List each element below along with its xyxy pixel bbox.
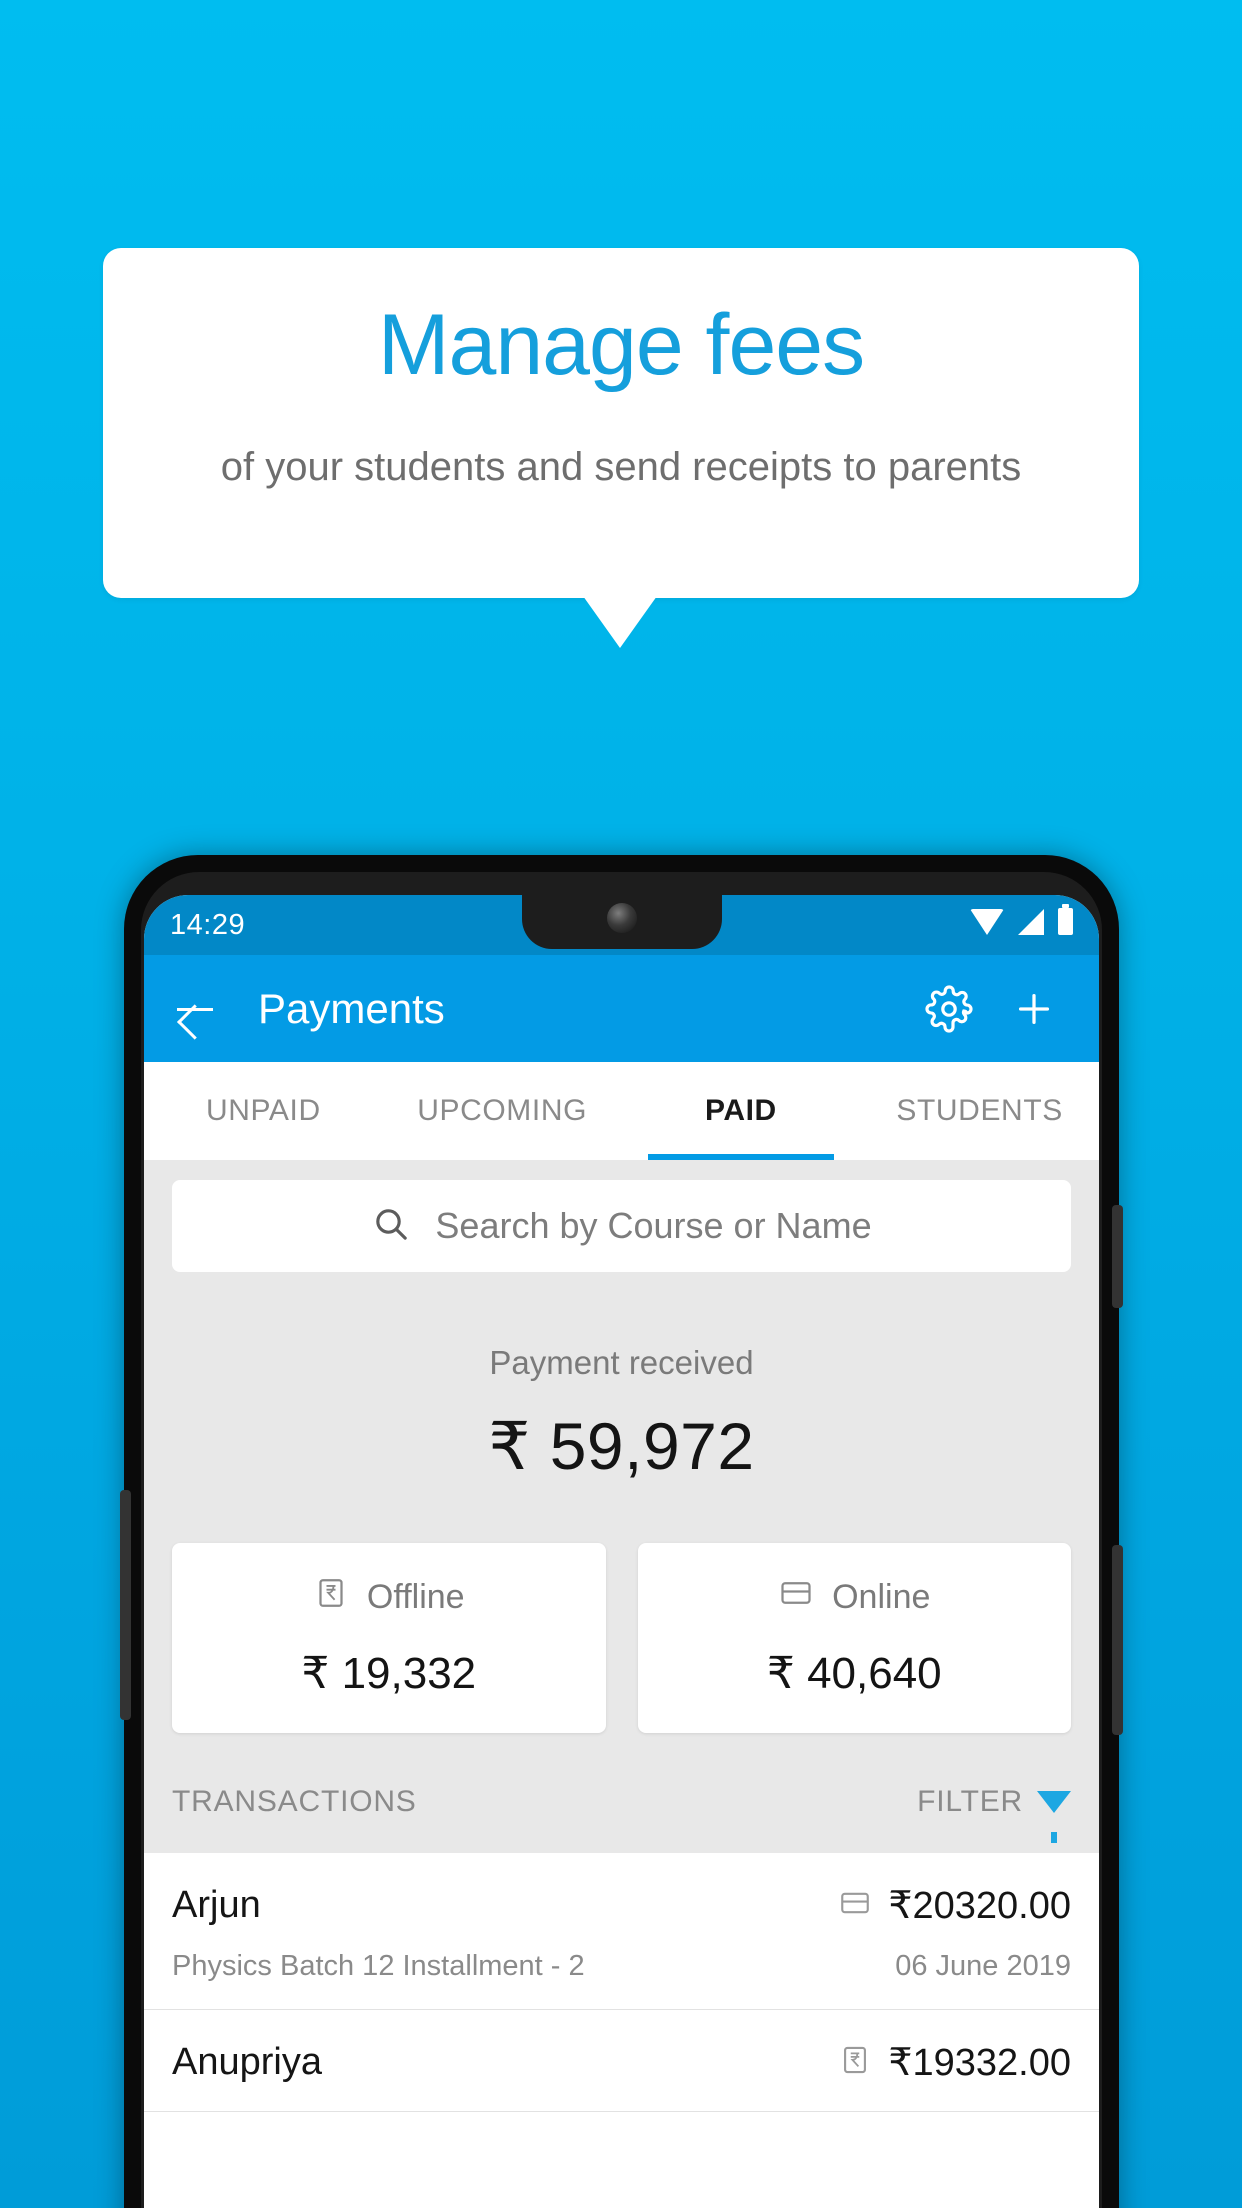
offline-label: Offline	[366, 1578, 465, 1616]
credit-card-icon	[838, 1886, 872, 1925]
tab-upcoming[interactable]: UPCOMING	[383, 1062, 622, 1160]
transaction-description: Physics Batch 12 Installment - 2	[172, 1950, 585, 1982]
signal-icon	[1018, 908, 1044, 935]
search-section: Search by Course or Name	[144, 1160, 1099, 1272]
page-title: Payments	[258, 984, 445, 1032]
plus-icon[interactable]	[1011, 986, 1057, 1032]
transaction-primary-line: Arjun ₹20320.00	[172, 1883, 1071, 1928]
transaction-list: Arjun ₹20320.00 Physics Batch 12 Install…	[144, 1853, 1099, 2112]
promo-card-tail	[583, 596, 657, 648]
gear-icon[interactable]	[925, 984, 973, 1033]
offline-card-head: Offline	[172, 1575, 606, 1620]
payment-split-cards: Offline ₹ 19,332 Online ₹ 40,640	[144, 1485, 1099, 1733]
tab-paid[interactable]: PAID	[622, 1062, 861, 1160]
transaction-amount-group: ₹20320.00	[838, 1883, 1071, 1928]
front-camera-icon	[606, 903, 637, 933]
payment-received-amount: ₹ 59,972	[488, 1409, 755, 1483]
transactions-title: TRANSACTIONS	[172, 1785, 417, 1818]
tab-students[interactable]: STUDENTS	[860, 1062, 1099, 1160]
status-time: 14:29	[170, 909, 246, 941]
search-input[interactable]: Search by Course or Name	[172, 1180, 1071, 1272]
funnel-icon	[1037, 1791, 1071, 1843]
payment-summary: Payment received ₹ 59,972	[144, 1272, 1099, 1485]
transaction-secondary-line: Physics Batch 12 Installment - 2 06 June…	[172, 1950, 1071, 1983]
tab-unpaid[interactable]: UNPAID	[144, 1062, 383, 1160]
offline-card[interactable]: Offline ₹ 19,332	[172, 1543, 606, 1733]
online-amount: ₹ 40,640	[766, 1649, 942, 1698]
app-bar-actions	[925, 984, 1057, 1033]
battery-icon	[1058, 904, 1073, 935]
online-card-head: Online	[638, 1575, 1072, 1620]
filter-button[interactable]: FILTER	[917, 1785, 1071, 1843]
offline-amount: ₹ 19,332	[301, 1649, 477, 1698]
status-bar: 14:29	[144, 895, 1099, 955]
table-row[interactable]: Arjun ₹20320.00 Physics Batch 12 Install…	[144, 1853, 1099, 2010]
promo-title: Manage fees	[377, 297, 865, 393]
payment-received-label: Payment received	[489, 1344, 754, 1381]
online-card[interactable]: Online ₹ 40,640	[637, 1543, 1072, 1733]
table-row[interactable]: Anupriya ₹19332.00	[144, 2010, 1099, 2112]
wifi-icon	[970, 908, 1004, 935]
search-icon	[371, 1204, 411, 1249]
online-label: Online	[832, 1578, 931, 1616]
transaction-amount: ₹20320.00	[888, 1885, 1071, 1927]
phone-power-button[interactable]	[1112, 1205, 1123, 1308]
transaction-date: 06 June 2019	[895, 1950, 1071, 1982]
status-icon-group	[970, 904, 1073, 935]
search-placeholder: Search by Course or Name	[435, 1205, 872, 1246]
app-bar: Payments	[144, 955, 1099, 1062]
transaction-name: Anupriya	[172, 2041, 322, 2083]
phone-screen: 14:29 Payments UNPAID UPCOMING PAID STUD…	[144, 895, 1099, 2208]
promo-screenshot: Manage fees of your students and send re…	[0, 0, 1242, 2208]
cash-note-icon	[313, 1575, 349, 1620]
promo-subtitle: of your students and send receipts to pa…	[220, 445, 1022, 489]
transaction-amount-group: ₹19332.00	[838, 2040, 1071, 2085]
credit-card-icon	[778, 1575, 814, 1620]
cash-note-icon	[838, 2043, 872, 2082]
payments-content: Search by Course or Name Payment receive…	[144, 1160, 1099, 2112]
transaction-name: Arjun	[172, 1884, 261, 1926]
phone-assistant-button[interactable]	[120, 1490, 131, 1720]
phone-volume-button[interactable]	[1112, 1545, 1123, 1735]
transactions-header: TRANSACTIONS FILTER	[144, 1733, 1099, 1853]
tab-bar: UNPAID UPCOMING PAID STUDENTS	[144, 1062, 1099, 1160]
transaction-primary-line: Anupriya ₹19332.00	[172, 2040, 1071, 2085]
filter-label: FILTER	[917, 1785, 1023, 1818]
phone-notch	[521, 895, 722, 949]
transaction-amount: ₹19332.00	[888, 2042, 1071, 2084]
back-arrow-icon[interactable]	[172, 987, 216, 1031]
